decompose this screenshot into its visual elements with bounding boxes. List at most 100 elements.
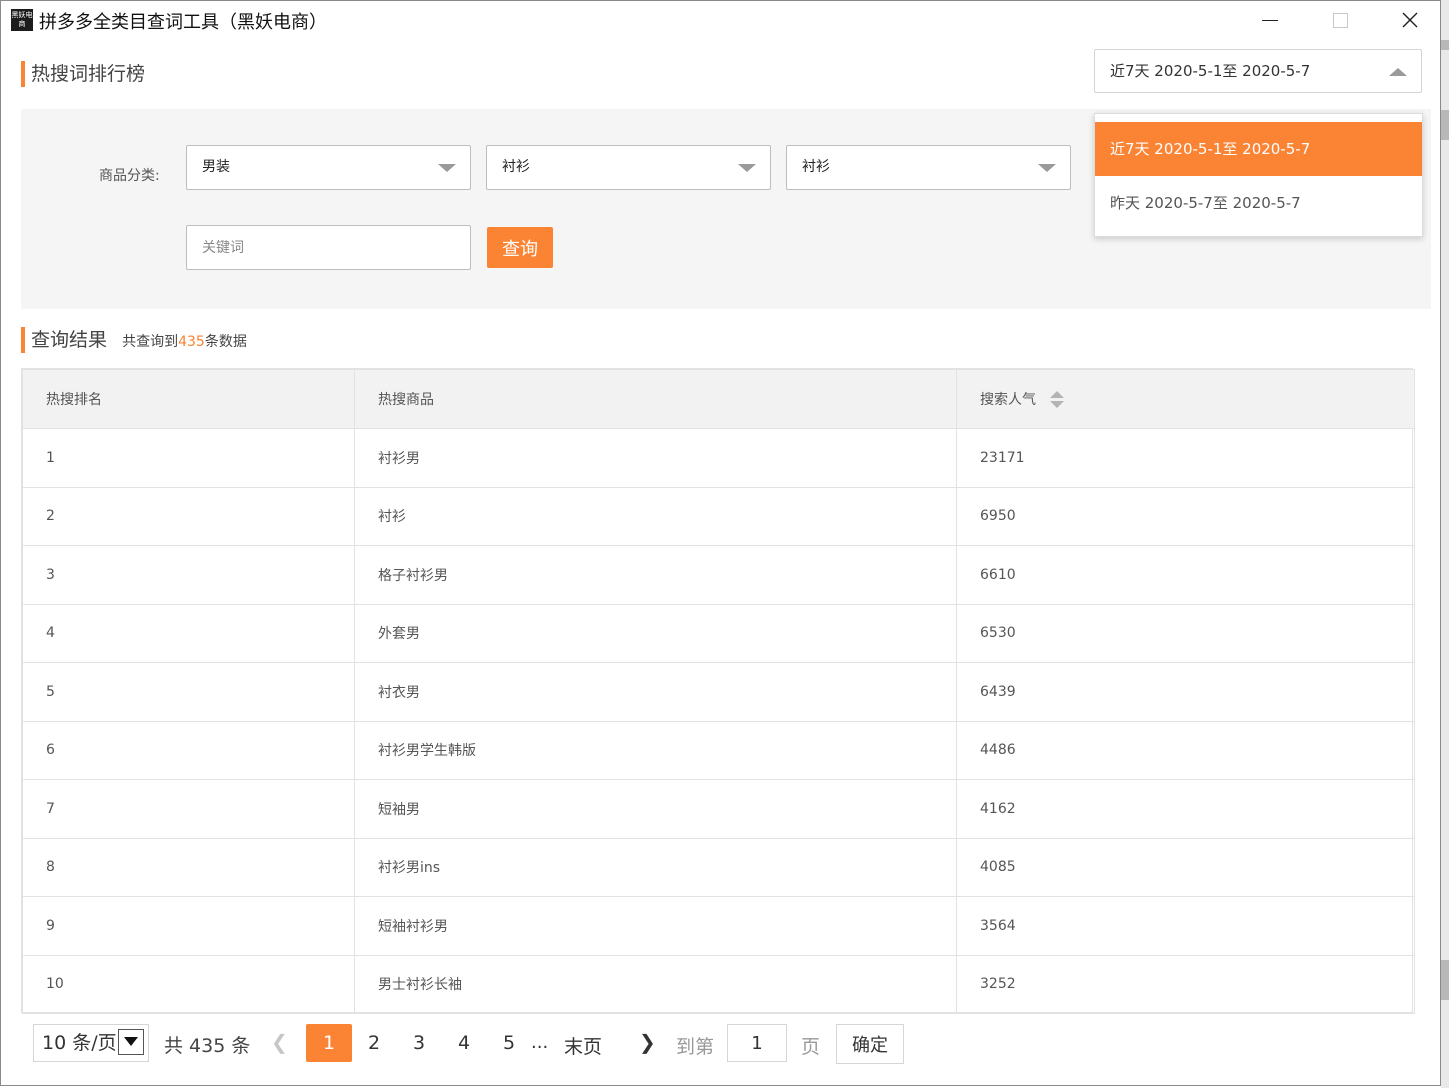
background-window-edge (1441, 0, 1449, 1088)
date-range-dropdown-menu: 近7天 2020-5-1至 2020-5-7 昨天 2020-5-7至 2020… (1094, 113, 1423, 237)
close-icon (1402, 12, 1418, 28)
date-range-select[interactable]: 近7天 2020-5-1至 2020-5-7 (1094, 49, 1422, 93)
page-size-select[interactable]: 10 条/页 (33, 1024, 149, 1062)
caret-up-icon (1389, 68, 1407, 76)
table-row: 9 短袖衬衫男 3564 (22, 896, 1415, 956)
cell-popularity: 4162 (956, 779, 1415, 839)
results-summary-prefix: 共查询到 (122, 334, 179, 350)
chevron-down-icon (1038, 164, 1056, 172)
total-count: 共 435 条 (164, 1035, 251, 1057)
category-select-2-value: 衬衫 (502, 159, 530, 175)
cell-product: 衬衫男学生韩版 (354, 720, 957, 780)
header-popularity-label: 搜索人气 (980, 392, 1036, 408)
cell-rank: 1 (22, 428, 355, 488)
table-row: 8 衬衫男ins 4085 (22, 837, 1415, 897)
background-edge-mark (1441, 40, 1449, 50)
cell-product: 外套男 (354, 603, 957, 663)
goto-label: 到第 (676, 1036, 715, 1058)
title-bar: 黑妖电商 拼多多全类目查词工具（黑妖电商） (1, 1, 1440, 39)
pagination: 10 条/页 共 435 条 ❮ 1 2 3 4 5 ... 末页 ❯ 到第 页… (21, 1014, 1413, 1074)
cell-popularity: 4085 (956, 837, 1415, 897)
page-button-4[interactable]: 4 (441, 1024, 487, 1062)
page-ellipsis: ... (531, 1032, 549, 1053)
query-button[interactable]: 查询 (487, 227, 553, 268)
keyword-input[interactable] (186, 225, 471, 270)
minimize-button[interactable] (1235, 1, 1305, 39)
cell-popularity: 6950 (956, 486, 1415, 546)
cell-product: 短袖衬衫男 (354, 896, 957, 956)
chevron-down-icon (738, 164, 756, 172)
cell-rank: 7 (22, 779, 355, 839)
table-row: 6 衬衫男学生韩版 4486 (22, 720, 1415, 780)
date-range-value: 近7天 2020-5-1至 2020-5-7 (1110, 62, 1311, 80)
cell-popularity: 6439 (956, 662, 1415, 722)
cell-popularity: 3564 (956, 896, 1415, 956)
results-summary-suffix: 条数据 (204, 334, 247, 350)
cell-popularity: 3252 (956, 954, 1415, 1014)
table-header-row: 热搜排名 热搜商品 搜索人气 (22, 369, 1415, 429)
chevron-down-icon (438, 164, 456, 172)
header-rank: 热搜排名 (22, 369, 355, 429)
results-summary: 共查询到435条数据 (122, 334, 247, 350)
app-logo-icon: 黑妖电商 (11, 9, 33, 31)
maximize-button[interactable] (1305, 1, 1375, 39)
app-window: 黑妖电商 拼多多全类目查词工具（黑妖电商） 热搜词排行榜 近7天 2020-5-… (0, 0, 1441, 1086)
cell-product: 衬衣男 (354, 662, 957, 722)
page-button-1[interactable]: 1 (306, 1024, 352, 1062)
window-title: 拼多多全类目查词工具（黑妖电商） (39, 12, 327, 33)
sort-icon[interactable] (1050, 391, 1064, 409)
cell-popularity: 6610 (956, 545, 1415, 605)
cell-rank: 9 (22, 896, 355, 956)
background-edge-mark (1441, 960, 1449, 1000)
cell-rank: 5 (22, 662, 355, 722)
cell-rank: 4 (22, 603, 355, 663)
prev-page-icon[interactable]: ❮ (271, 1030, 288, 1054)
header-popularity[interactable]: 搜索人气 (956, 369, 1415, 429)
cell-product: 格子衬衫男 (354, 545, 957, 605)
cell-product: 男士衬衫长袖 (354, 954, 957, 1014)
page-size-value: 10 条/页 (42, 1032, 117, 1054)
section-rank-header: 热搜词排行榜 (21, 61, 145, 87)
table-row: 4 外套男 6530 (22, 603, 1415, 663)
cell-rank: 10 (22, 954, 355, 1014)
chevron-down-icon[interactable] (118, 1029, 144, 1055)
category-select-3[interactable]: 衬衫 (786, 145, 1071, 190)
table-row: 3 格子衬衫男 6610 (22, 545, 1415, 605)
cell-rank: 3 (22, 545, 355, 605)
cell-product: 衬衫 (354, 486, 957, 546)
cell-product: 衬衫男 (354, 428, 957, 488)
page-button-5[interactable]: 5 (486, 1024, 532, 1062)
table-row: 5 衬衣男 6439 (22, 662, 1415, 722)
page-button-3[interactable]: 3 (396, 1024, 442, 1062)
header-product: 热搜商品 (354, 369, 957, 429)
date-option-yesterday[interactable]: 昨天 2020-5-7至 2020-5-7 (1095, 176, 1422, 230)
cell-popularity: 4486 (956, 720, 1415, 780)
next-page-icon[interactable]: ❯ (639, 1030, 656, 1054)
last-page-button[interactable]: 末页 (564, 1032, 602, 1059)
cell-rank: 2 (22, 486, 355, 546)
goto-page-input[interactable] (727, 1024, 787, 1062)
cell-product: 短袖男 (354, 779, 957, 839)
results-title: 查询结果 (31, 329, 108, 351)
category-label: 商品分类: (99, 168, 160, 184)
section-results-header: 查询结果 共查询到435条数据 (21, 327, 247, 353)
page-unit-label: 页 (801, 1036, 821, 1058)
category-select-3-value: 衬衫 (802, 159, 830, 175)
cell-popularity: 23171 (956, 428, 1415, 488)
category-select-2[interactable]: 衬衫 (486, 145, 771, 190)
table-row: 7 短袖男 4162 (22, 779, 1415, 839)
cell-rank: 6 (22, 720, 355, 780)
table-row: 2 衬衫 6950 (22, 486, 1415, 546)
results-total: 435 (178, 334, 205, 350)
table-row: 10 男士衬衫长袖 3252 (22, 954, 1415, 1014)
date-option-7days[interactable]: 近7天 2020-5-1至 2020-5-7 (1095, 122, 1422, 176)
cell-product: 衬衫男ins (354, 837, 957, 897)
cell-rank: 8 (22, 837, 355, 897)
table-row: 1 衬衫男 23171 (22, 428, 1415, 488)
goto-confirm-button[interactable]: 确定 (836, 1024, 904, 1064)
close-button[interactable] (1375, 1, 1445, 39)
category-select-1[interactable]: 男装 (186, 145, 471, 190)
section-rank-title: 热搜词排行榜 (31, 63, 146, 85)
page-button-2[interactable]: 2 (351, 1024, 397, 1062)
cell-popularity: 6530 (956, 603, 1415, 663)
